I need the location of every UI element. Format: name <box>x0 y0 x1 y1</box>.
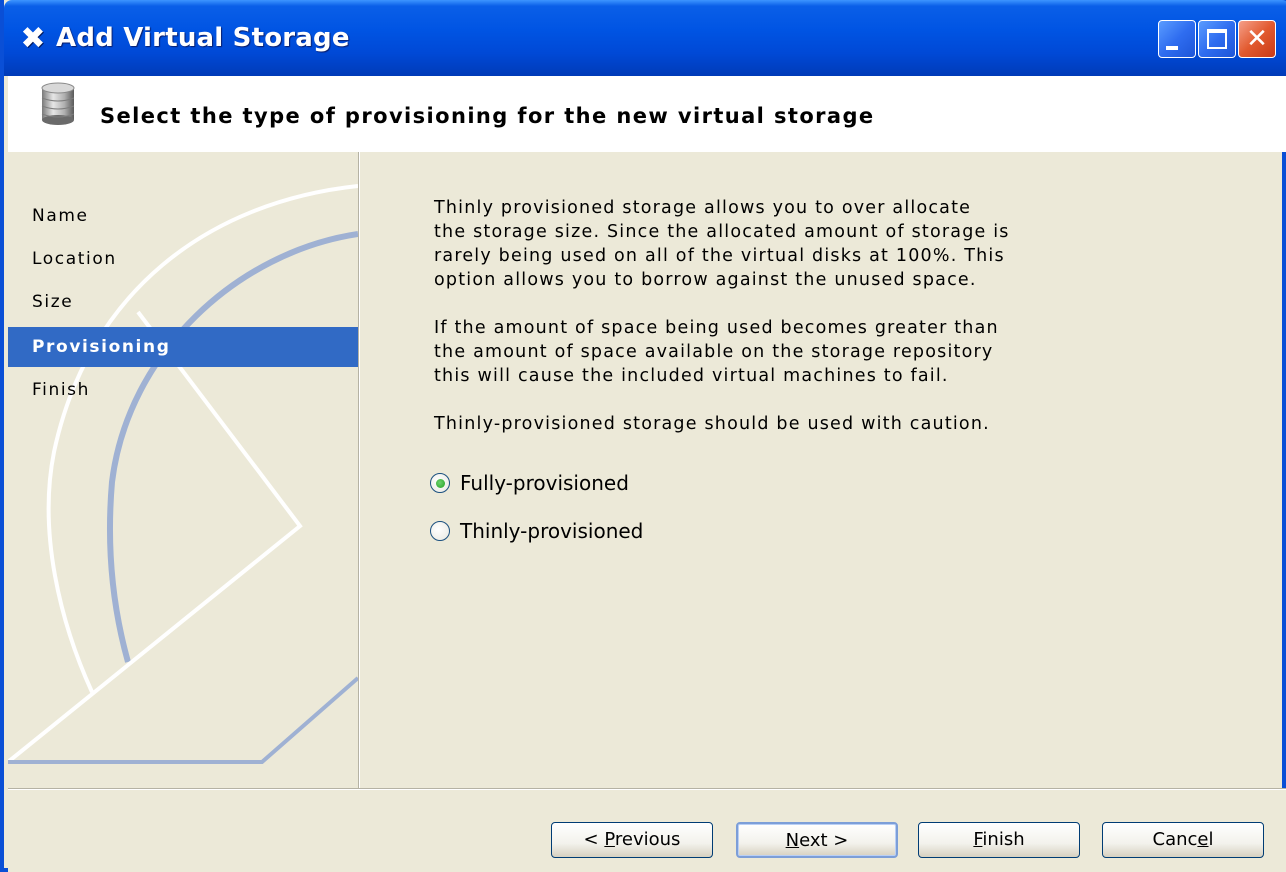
title-bar[interactable]: ✖ Add Virtual Storage ✕ <box>4 0 1286 76</box>
description-paragraph-1: Thinly provisioned storage allows you to… <box>434 198 1010 290</box>
minimize-button[interactable] <box>1158 20 1196 58</box>
sidebar-item-name[interactable]: Name <box>8 196 358 236</box>
close-button[interactable]: ✕ <box>1238 20 1276 58</box>
sidebar-item-provisioning[interactable]: Provisioning <box>8 327 358 367</box>
vertical-divider <box>358 152 360 788</box>
wizard-steps-sidebar: Name Location Size Provisioning Finish <box>8 152 358 788</box>
maximize-icon <box>1207 29 1227 49</box>
minimize-icon <box>1166 46 1178 50</box>
radio-button-unchecked[interactable] <box>430 521 450 541</box>
description-paragraph-2: If the amount of space being used become… <box>434 318 999 386</box>
radio-label: Fully-provisioned <box>460 471 629 495</box>
radio-button-checked[interactable] <box>430 473 450 493</box>
database-icon <box>41 82 75 125</box>
wizard-window: ✖ Add Virtual Storage ✕ Select the type … <box>0 0 1286 872</box>
radio-label: Thinly-provisioned <box>460 519 644 543</box>
previous-button[interactable]: < Previous <box>551 822 713 858</box>
wizard-content: Thinly provisioned storage allows you to… <box>364 152 1286 788</box>
window-title: Add Virtual Storage <box>56 23 350 53</box>
sidebar-item-finish[interactable]: Finish <box>8 370 358 410</box>
wizard-header: Select the type of provisioning for the … <box>8 76 1286 152</box>
close-icon: ✕ <box>1246 24 1268 54</box>
page-title: Select the type of provisioning for the … <box>100 104 875 128</box>
sidebar-item-location[interactable]: Location <box>8 239 358 279</box>
next-button[interactable]: Next > <box>736 822 898 858</box>
radio-fully-provisioned[interactable]: Fully-provisioned <box>430 468 629 498</box>
finish-button[interactable]: Finish <box>918 822 1080 858</box>
cancel-button[interactable]: Cancel <box>1102 822 1264 858</box>
x-logo-icon: ✖ <box>20 21 46 56</box>
radio-thinly-provisioned[interactable]: Thinly-provisioned <box>430 516 643 546</box>
maximize-button[interactable] <box>1198 20 1236 58</box>
caution-text: Thinly-provisioned storage should be use… <box>434 414 990 434</box>
sidebar-item-size[interactable]: Size <box>8 282 358 322</box>
